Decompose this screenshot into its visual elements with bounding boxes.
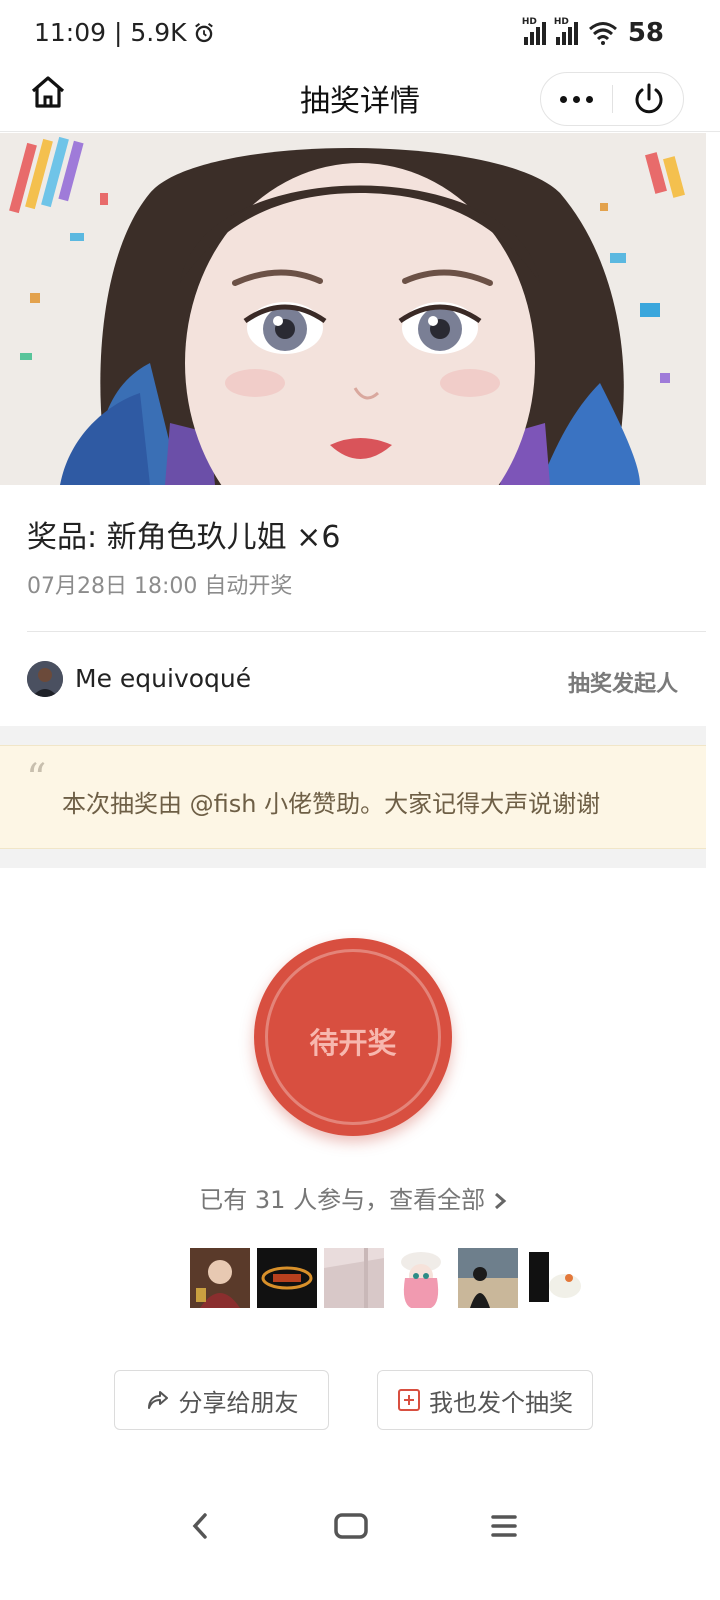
signal-icon: HD: [522, 17, 546, 45]
avatar[interactable]: [27, 661, 63, 697]
more-dot-icon: [586, 95, 593, 103]
participant-avatars: [190, 1248, 585, 1308]
draw-time: 07月28日 18:00 自动开奖: [27, 574, 293, 599]
system-navigation-bar: [0, 1500, 720, 1560]
create-lottery-label: 我也发个抽奖: [429, 1388, 573, 1417]
participant-avatar[interactable]: [257, 1248, 317, 1308]
back-icon[interactable]: [188, 1510, 212, 1542]
draw-status-button[interactable]: 待开奖: [254, 938, 452, 1136]
home-nav-icon[interactable]: [334, 1512, 368, 1540]
status-time: 11:09 | 5.9K: [34, 18, 187, 47]
more-dot-icon: [573, 95, 580, 103]
view-participants-link[interactable]: 已有 31 人参与，查看全部: [0, 1180, 706, 1215]
sponsor-quote: “ 本次抽奖由 @fish 小佬赞助。大家记得大声说谢谢: [0, 745, 706, 849]
share-button[interactable]: 分享给朋友: [114, 1370, 329, 1430]
quote-text: 本次抽奖由 @fish 小佬赞助。大家记得大声说谢谢: [62, 790, 601, 818]
battery-level: 58: [627, 18, 664, 48]
participant-avatar[interactable]: [458, 1248, 518, 1308]
participant-avatar[interactable]: [190, 1248, 250, 1308]
plus-square-icon: [398, 1389, 420, 1411]
quote-icon: “: [26, 756, 47, 802]
create-lottery-button[interactable]: 我也发个抽奖: [377, 1370, 593, 1430]
nav-bar: 抽奖详情: [0, 68, 720, 132]
participant-avatar[interactable]: [324, 1248, 384, 1308]
sponsor-name[interactable]: Me equivoqué: [75, 664, 251, 693]
divider: [27, 631, 706, 632]
status-bar: 11:09 | 5.9K HD HD 58: [0, 0, 720, 68]
status-right: HD HD 58: [522, 17, 664, 48]
power-icon: [635, 83, 662, 114]
menu-icon[interactable]: [490, 1512, 518, 1540]
draw-status-label: 待开奖: [309, 1026, 397, 1060]
hd-label-2: HD: [553, 17, 569, 27]
more-button[interactable]: [541, 73, 612, 125]
prize-title: 奖品: 新角色玖儿姐 ×6: [27, 520, 341, 555]
participants-text: 已有 31 人参与，查看全部: [199, 1186, 486, 1214]
share-icon: [147, 1391, 168, 1409]
signal-icon-2: HD: [554, 17, 578, 45]
more-dot-icon: [560, 95, 567, 103]
sponsor-role-label: 抽奖发起人: [567, 672, 678, 697]
prize-banner-image: [0, 133, 706, 485]
wifi-icon: [588, 22, 617, 45]
participant-avatar[interactable]: [391, 1248, 451, 1308]
alarm-icon: [194, 22, 213, 42]
close-button[interactable]: [613, 73, 684, 125]
status-left: 11:09 | 5.9K: [34, 18, 215, 47]
share-label: 分享给朋友: [178, 1388, 299, 1417]
hd-label: HD: [521, 17, 537, 27]
mini-program-capsule: [540, 72, 684, 126]
participant-avatar[interactable]: [525, 1248, 585, 1308]
chevron-right-icon: [494, 1192, 506, 1210]
